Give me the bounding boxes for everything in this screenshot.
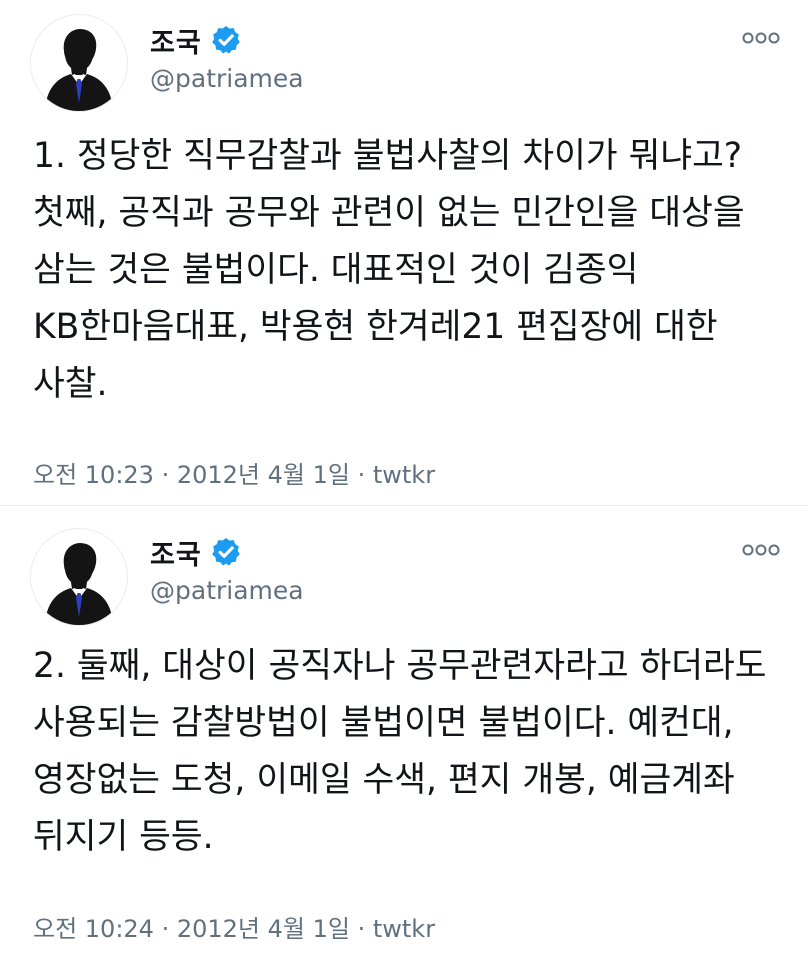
avatar[interactable]	[30, 528, 128, 626]
tweet-source[interactable]: twtkr	[373, 461, 435, 489]
verified-badge-icon	[211, 26, 240, 54]
tweet-source[interactable]: twtkr	[373, 915, 435, 943]
verified-badge-icon	[211, 538, 240, 566]
user-handle[interactable]: @patriamea	[150, 64, 304, 93]
tweet-text: 1. 정당한 직무감찰과 불법사찰의 차이가 뭐냐고? 첫째, 공직과 공무와 …	[33, 136, 745, 404]
meta-separator: ·	[349, 461, 373, 489]
display-name[interactable]: 조국	[150, 21, 202, 60]
tweet-time[interactable]: 오전 10:23	[33, 461, 154, 489]
tweet-meta: 오전 10:24 · 2012년 4월 1일 · twtkr	[33, 909, 435, 944]
meta-separator: ·	[153, 461, 177, 489]
tweet-date[interactable]: 2012년 4월 1일	[177, 915, 350, 943]
tweet[interactable]: 조국 @patriamea 1. 정당한 직무감찰과 불법사찰의 차이가 뭐냐고…	[0, 0, 807, 506]
meta-separator: ·	[349, 915, 373, 943]
person-silhouette-icon	[31, 15, 127, 111]
person-silhouette-icon	[31, 529, 127, 625]
display-name[interactable]: 조국	[150, 533, 202, 572]
tweet[interactable]: 조국 @patriamea 2. 둘째, 대상이 공직자나 공무관련자라고 하더…	[0, 506, 807, 960]
tweet-time[interactable]: 오전 10:24	[33, 915, 154, 943]
user-name-row: 조국	[150, 532, 242, 572]
meta-separator: ·	[153, 915, 177, 943]
more-options-icon[interactable]	[741, 542, 781, 558]
tweet-date[interactable]: 2012년 4월 1일	[177, 461, 350, 489]
more-options-icon[interactable]	[741, 30, 781, 46]
tweet-text: 2. 둘째, 대상이 공직자나 공무관련자라고 하더라도 사용되는 감찰방법이 …	[33, 646, 767, 857]
avatar[interactable]	[30, 14, 128, 112]
user-handle[interactable]: @patriamea	[150, 576, 304, 605]
tweet-meta: 오전 10:23 · 2012년 4월 1일 · twtkr	[33, 455, 435, 490]
user-name-row: 조국	[150, 20, 242, 60]
